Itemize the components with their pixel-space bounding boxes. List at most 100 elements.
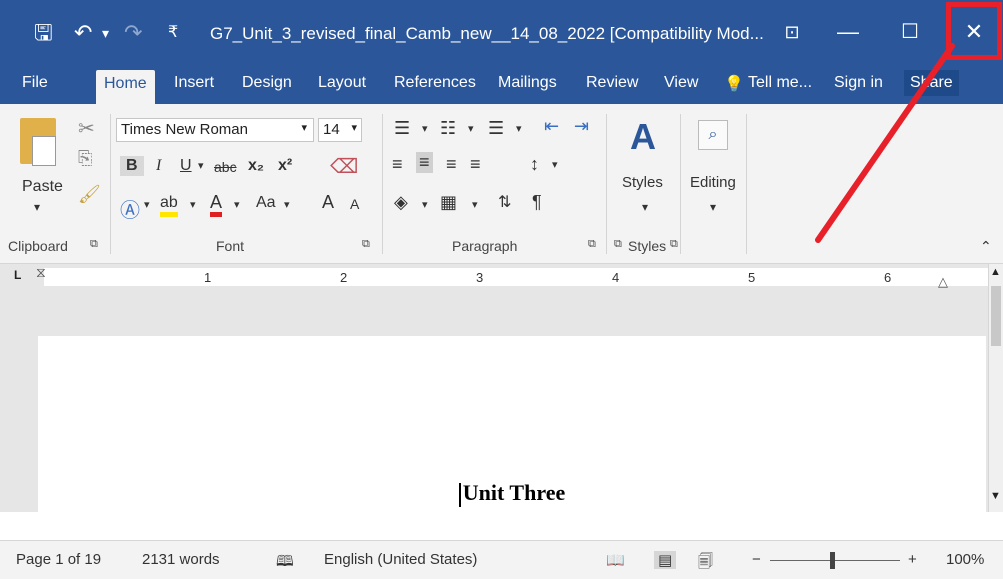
page-count[interactable]: Page 1 of 19 — [16, 551, 101, 568]
tab-view[interactable]: View — [664, 74, 698, 92]
shading-dropdown-icon[interactable]: ▾ — [422, 198, 428, 211]
shrink-font-button[interactable]: A — [350, 196, 359, 212]
first-line-indent-marker[interactable]: ⧖ — [36, 264, 46, 281]
right-indent-marker[interactable]: △ — [938, 274, 948, 290]
web-layout-icon[interactable]: 🗐 — [698, 551, 713, 576]
justify-icon[interactable]: ≡ — [470, 154, 481, 175]
line-spacing-icon[interactable]: ↕ — [530, 154, 539, 175]
show-hide-button[interactable]: ¶ — [532, 192, 542, 213]
styles-button[interactable]: Styles — [622, 174, 663, 191]
font-size-dropdown[interactable]: 14 ▾ — [318, 118, 362, 142]
tab-file[interactable]: File — [22, 74, 48, 92]
align-center-icon[interactable]: ≡ — [416, 152, 433, 173]
font-name-dropdown[interactable]: Times New Roman ▾ — [116, 118, 314, 142]
styles-launcher-icon[interactable]: ⧉ — [670, 238, 678, 251]
scroll-thumb[interactable] — [991, 286, 1001, 346]
tab-design[interactable]: Design — [242, 74, 292, 92]
italic-button[interactable]: I — [156, 157, 161, 175]
scroll-up-icon[interactable]: ▲ — [990, 266, 1001, 278]
grow-font-button[interactable]: A — [322, 192, 334, 213]
search-icon[interactable]: ⌕ — [698, 120, 728, 150]
change-case-dropdown-icon[interactable]: ▾ — [284, 198, 290, 211]
clear-formatting-icon[interactable]: ⌫ — [330, 154, 358, 179]
text-effects-dropdown-icon[interactable]: ▾ — [144, 198, 150, 211]
highlight-icon[interactable]: ab — [160, 194, 178, 217]
shading-icon[interactable]: ◈ — [394, 192, 408, 213]
bold-button[interactable]: B — [120, 156, 144, 176]
underline-button[interactable]: U — [180, 157, 192, 175]
styles-dropdown-icon[interactable]: ▾ — [642, 200, 648, 214]
bullets-icon[interactable]: ☰ — [394, 118, 410, 139]
format-painter-icon[interactable]: 🖌 — [78, 184, 101, 205]
tab-layout[interactable]: Layout — [318, 74, 366, 92]
line-spacing-dropdown-icon[interactable]: ▾ — [552, 158, 558, 171]
highlight-dropdown-icon[interactable]: ▾ — [190, 198, 196, 211]
clipboard-icon[interactable] — [20, 118, 56, 166]
editing-button[interactable]: Editing — [690, 174, 736, 191]
ribbon-display-options-icon[interactable]: ⊡ — [766, 12, 818, 52]
borders-dropdown-icon[interactable]: ▾ — [472, 198, 478, 211]
save-icon[interactable]: 🖫 — [34, 22, 53, 44]
paragraph-launcher-icon[interactable]: ⧉ — [588, 238, 596, 251]
zoom-out-button[interactable]: − — [752, 551, 761, 568]
collapse-ribbon-icon[interactable]: ⌃ — [980, 238, 992, 255]
decrease-indent-icon[interactable]: ⇤ — [544, 116, 559, 137]
zoom-in-button[interactable]: + — [908, 551, 917, 568]
underline-dropdown-icon[interactable]: ▾ — [198, 159, 204, 172]
subscript-button[interactable]: x₂ — [248, 157, 264, 175]
zoom-level[interactable]: 100% — [946, 551, 984, 568]
redo-icon[interactable]: ↷ — [124, 22, 142, 44]
sign-in-link[interactable]: Sign in — [834, 74, 883, 92]
ruler-track[interactable]: 1 2 3 4 5 6 — [44, 268, 990, 286]
tell-me-search[interactable]: Tell me... — [748, 74, 812, 92]
align-right-icon[interactable]: ≡ — [446, 154, 457, 175]
share-button[interactable]: Share — [904, 70, 959, 96]
tab-mailings[interactable]: Mailings — [498, 74, 557, 92]
superscript-button[interactable]: x² — [278, 157, 292, 175]
font-launcher-icon[interactable]: ⧉ — [362, 238, 370, 251]
document-page[interactable]: Unit Three — [38, 336, 986, 512]
word-count[interactable]: 2131 words — [142, 551, 220, 568]
strikethrough-button[interactable]: abc — [214, 159, 237, 175]
document-heading[interactable]: Unit Three — [38, 480, 986, 507]
read-mode-icon[interactable]: 📖 — [606, 551, 625, 569]
proofing-icon[interactable]: 🕮 — [276, 551, 294, 576]
multilevel-list-icon[interactable]: ☰ — [488, 118, 504, 139]
print-layout-icon[interactable]: ▤ — [654, 551, 677, 569]
multilevel-dropdown-icon[interactable]: ▾ — [516, 122, 522, 135]
styles-launcher-icon-left[interactable]: ⧉ — [614, 238, 622, 251]
tab-home[interactable]: Home — [96, 70, 155, 104]
minimize-button[interactable]: — — [822, 12, 874, 52]
language-status[interactable]: English (United States) — [324, 551, 477, 568]
borders-icon[interactable]: ▦ — [440, 192, 457, 213]
scroll-down-icon[interactable]: ▼ — [990, 490, 1001, 502]
undo-dropdown-icon[interactable]: ▾ — [102, 22, 109, 44]
font-color-dropdown-icon[interactable]: ▾ — [234, 198, 240, 211]
customize-qat-icon[interactable]: ₹ — [168, 22, 178, 44]
change-case-button[interactable]: Aa — [256, 194, 276, 212]
sort-icon[interactable]: ⇅ — [498, 192, 511, 212]
numbering-dropdown-icon[interactable]: ▾ — [468, 122, 474, 135]
zoom-slider[interactable] — [770, 560, 900, 561]
numbering-icon[interactable]: ☷ — [440, 118, 456, 139]
undo-icon[interactable]: ↶ — [74, 22, 92, 44]
copy-icon[interactable]: ⎘ — [78, 148, 92, 169]
tab-selector[interactable]: L — [14, 268, 21, 282]
paste-button[interactable]: Paste — [22, 178, 63, 196]
increase-indent-icon[interactable]: ⇥ — [574, 116, 589, 137]
clipboard-launcher-icon[interactable]: ⧉ — [90, 238, 98, 251]
lightbulb-icon[interactable]: 💡 — [724, 74, 744, 94]
vertical-scrollbar[interactable]: ▲ ▼ — [988, 264, 1003, 512]
tab-references[interactable]: References — [394, 74, 476, 92]
align-left-icon[interactable]: ≡ — [392, 154, 403, 175]
tab-review[interactable]: Review — [586, 74, 638, 92]
maximize-button[interactable]: ☐ — [884, 12, 936, 52]
styles-icon[interactable]: A — [630, 116, 656, 158]
zoom-slider-thumb[interactable] — [830, 552, 835, 569]
font-color-icon[interactable]: A — [210, 192, 223, 217]
editing-dropdown-icon[interactable]: ▾ — [710, 200, 716, 214]
bullets-dropdown-icon[interactable]: ▾ — [422, 122, 428, 135]
paste-dropdown-icon[interactable]: ▾ — [34, 200, 40, 214]
cut-icon[interactable]: ✂ — [78, 116, 95, 141]
tab-insert[interactable]: Insert — [174, 74, 214, 92]
